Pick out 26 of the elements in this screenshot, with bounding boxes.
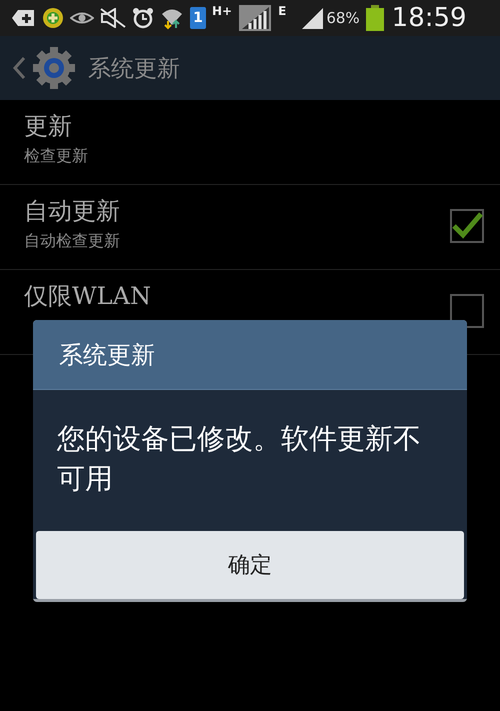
setting-title: 更新 (24, 111, 73, 142)
signal-icon (300, 6, 324, 30)
setting-description: 自动检查更新 (24, 231, 120, 252)
dialog-message: 您的设备已修改。软件更新不可用 (57, 421, 422, 497)
setting-description: 检查更新 (24, 146, 88, 167)
setting-title: 仅限WLAN (24, 281, 151, 312)
alarm-icon (132, 7, 154, 29)
checkbox[interactable] (450, 209, 484, 243)
signal-icon (238, 4, 272, 32)
back-button[interactable] (12, 56, 26, 80)
battery-icon (366, 5, 384, 31)
settings-item[interactable]: 自动更新 自动检查更新 (0, 185, 500, 270)
battery-percent: 68% (326, 9, 360, 27)
add-notification-icon (12, 8, 36, 28)
setting-title: 自动更新 (24, 196, 120, 227)
sim-card-icon: 1 (190, 7, 206, 29)
ok-button[interactable]: 确定 (36, 531, 464, 599)
eye-icon (70, 10, 94, 26)
network-type: H+ (212, 4, 232, 18)
clock: 18:59 (392, 3, 467, 33)
screen-title: 系统更新 (88, 54, 180, 84)
settings-item[interactable]: 更新 检查更新 (0, 100, 500, 185)
network-type: E (278, 4, 286, 18)
gear-icon (32, 46, 76, 90)
plus-badge-icon (42, 7, 64, 29)
mute-icon (100, 8, 126, 28)
